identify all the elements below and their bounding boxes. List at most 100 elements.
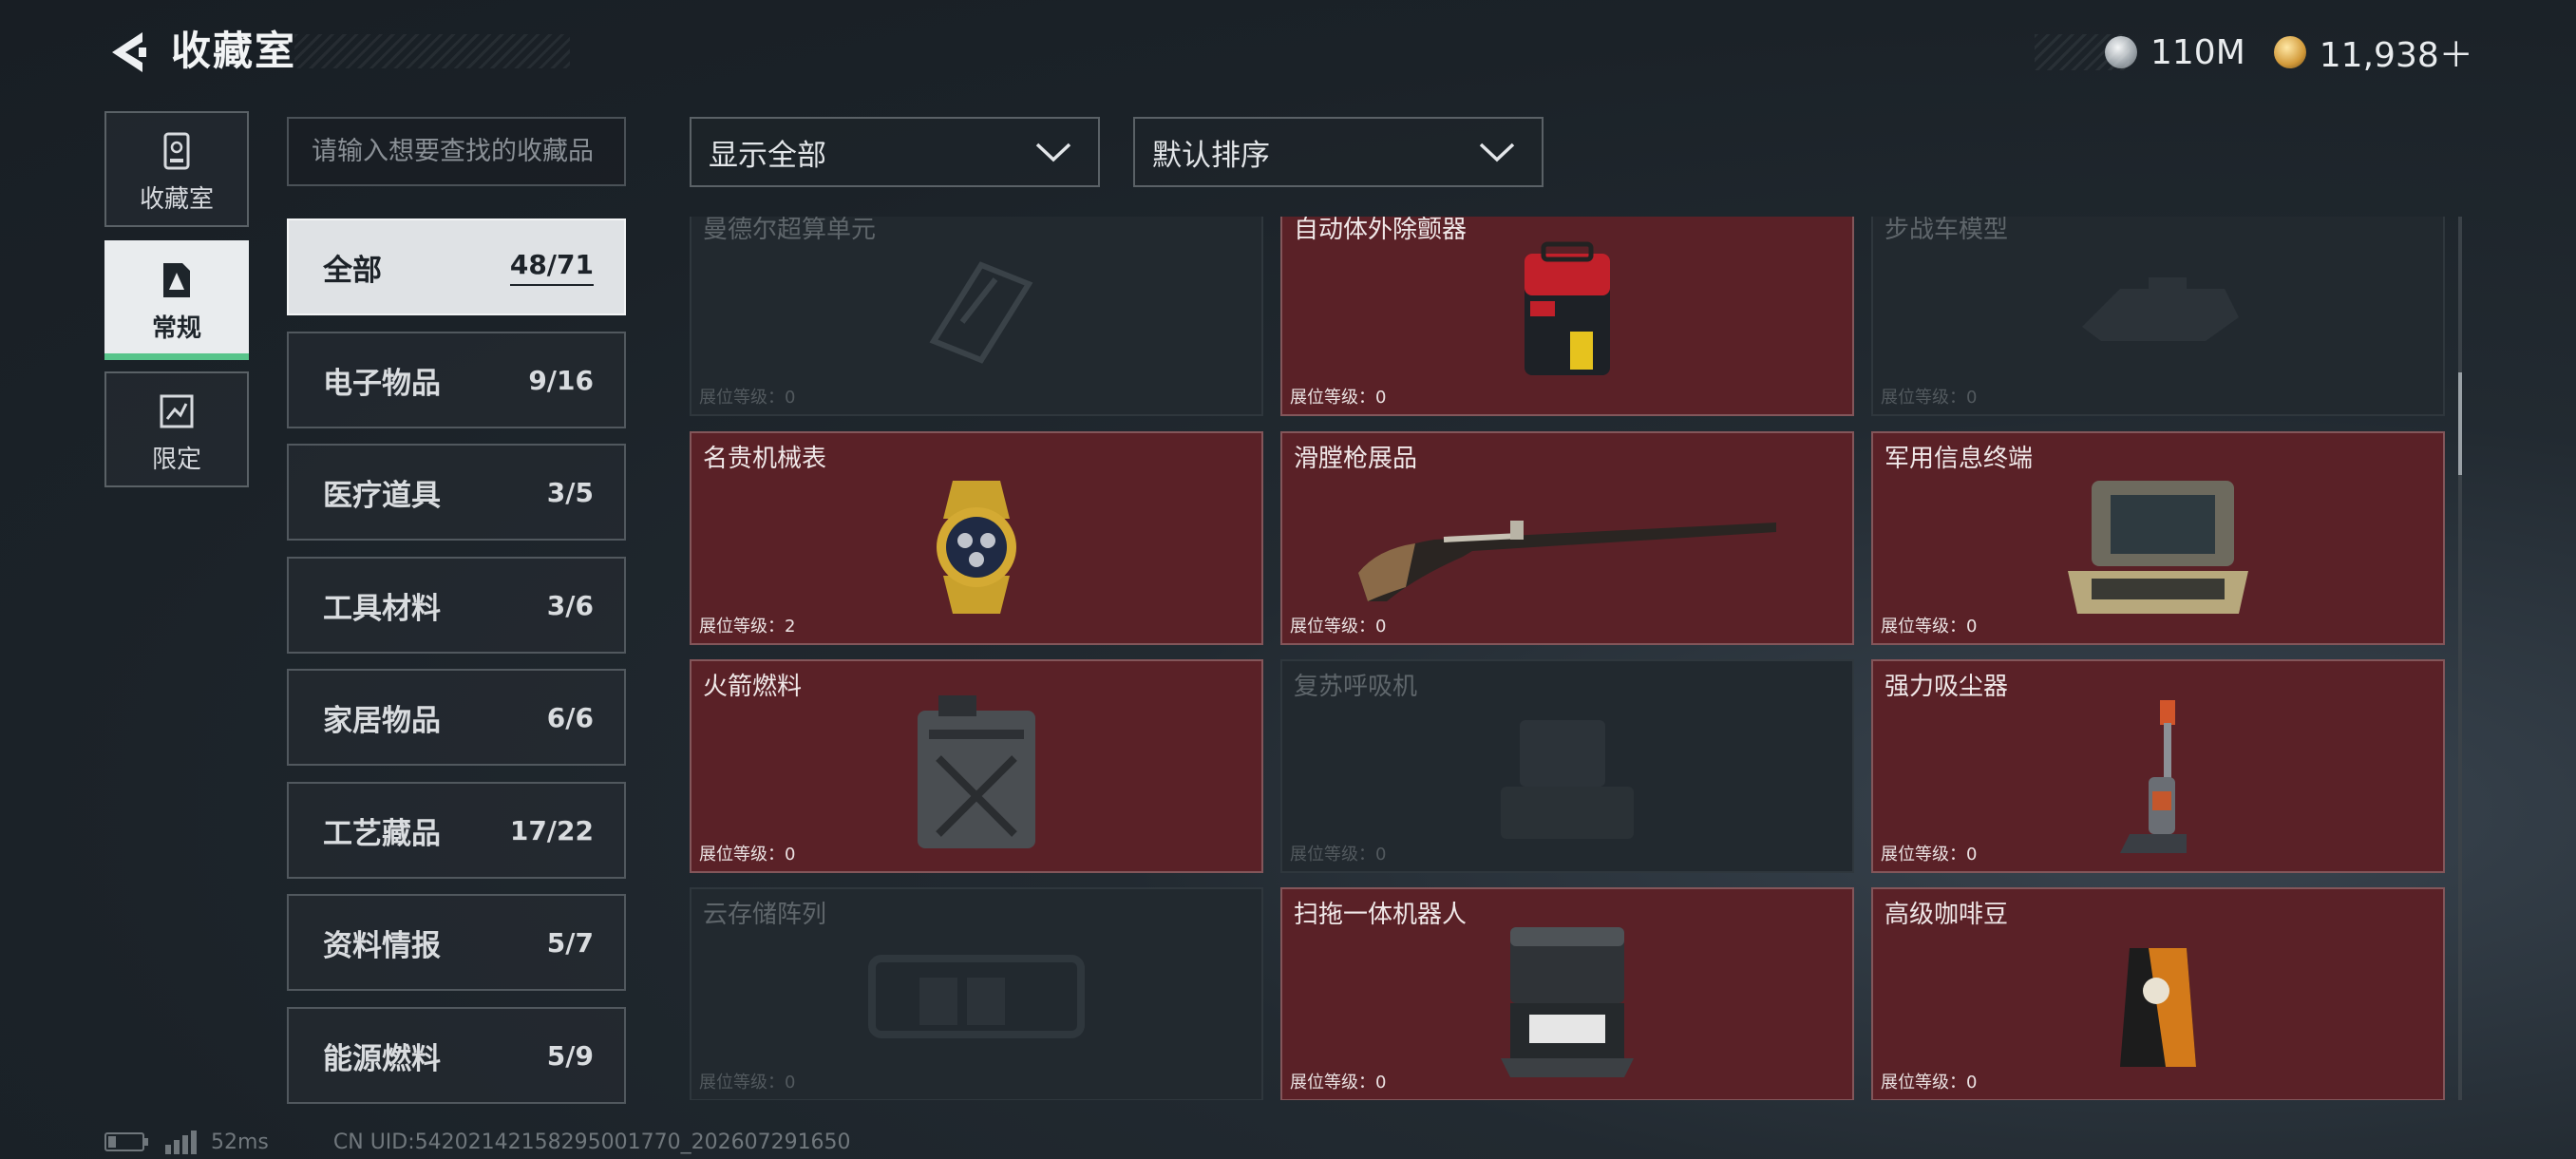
title-decoration xyxy=(294,34,570,68)
item-name: 军用信息终端 xyxy=(1885,445,2034,473)
level-label: 展位等级： xyxy=(1881,617,1966,636)
collection-room-icon xyxy=(156,130,198,172)
filter-dropdown[interactable]: 显示全部 xyxy=(690,117,1100,187)
category-count: 9/16 xyxy=(528,364,594,396)
back-button[interactable] xyxy=(104,27,150,78)
level-value: 0 xyxy=(1375,617,1387,636)
level-value: 0 xyxy=(785,1073,796,1092)
category-name: 医疗道具 xyxy=(323,478,441,513)
signal-icon xyxy=(165,1130,197,1154)
category-count: 48/71 xyxy=(509,249,594,286)
vacuum-cleaner-icon xyxy=(2111,696,2206,862)
level-label: 展位等级： xyxy=(1881,845,1966,864)
cloud-storage-array-icon xyxy=(853,940,1100,1057)
level-value: 0 xyxy=(1966,845,1978,864)
level-value: 0 xyxy=(1966,1073,1978,1092)
page-title: 收藏室 xyxy=(171,28,297,74)
status-footer: 52ms CN UID:54202142158295001770_2026072… xyxy=(104,1129,851,1155)
category-all[interactable]: 全部 48/71 xyxy=(287,218,626,315)
chevron-down-icon xyxy=(1035,142,1071,162)
currency-bar: 110M 11,938＋ xyxy=(2035,28,2486,76)
gold-currency-amount[interactable]: 11,938＋ xyxy=(2320,28,2473,77)
supercomputer-unit-icon xyxy=(905,237,1048,383)
item-name: 滑膛枪展品 xyxy=(1294,445,1418,473)
collection-card[interactable]: 扫拖一体机器人 展位等级：0 xyxy=(1280,887,1854,1100)
title-wrap: 收藏室 xyxy=(171,28,296,74)
item-name: 强力吸尘器 xyxy=(1885,673,2009,701)
collection-card[interactable]: 曼德尔超算单元 展位等级：0 xyxy=(690,217,1263,416)
rocket-fuel-can-icon xyxy=(910,692,1043,857)
ping-text: 52ms xyxy=(211,1130,269,1154)
collection-card[interactable]: 强力吸尘器 展位等级：0 xyxy=(1871,659,2445,873)
search-box xyxy=(287,117,626,186)
collection-card[interactable]: 复苏呼吸机 展位等级：0 xyxy=(1280,659,1854,873)
collection-card[interactable]: 云存储阵列 展位等级：0 xyxy=(690,887,1263,1100)
watch-icon xyxy=(910,476,1043,622)
limited-icon xyxy=(156,390,198,432)
category-medical[interactable]: 医疗道具 3/5 xyxy=(287,444,626,541)
defibrillator-icon xyxy=(1515,240,1619,387)
level-label: 展位等级： xyxy=(699,617,785,636)
category-name: 能源燃料 xyxy=(323,1041,441,1076)
level-label: 展位等级： xyxy=(1290,1073,1375,1092)
item-name: 名贵机械表 xyxy=(703,445,827,473)
item-name: 自动体外除颤器 xyxy=(1294,217,1468,244)
category-tools[interactable]: 工具材料 3/6 xyxy=(287,557,626,654)
category-name: 全部 xyxy=(323,253,382,288)
search-input[interactable] xyxy=(289,119,624,184)
item-name: 火箭燃料 xyxy=(703,673,803,701)
ventilator-icon xyxy=(1491,711,1643,847)
item-name: 曼德尔超算单元 xyxy=(703,217,877,244)
category-intel[interactable]: 资料情报 5/7 xyxy=(287,894,626,991)
category-count: 5/7 xyxy=(546,926,594,959)
nav-collection-room[interactable]: 收藏室 xyxy=(104,111,249,227)
category-energy[interactable]: 能源燃料 5/9 xyxy=(287,1007,626,1104)
level-label: 展位等级： xyxy=(699,1073,785,1092)
gold-coin-icon xyxy=(2273,36,2306,68)
nav-label: 常规 xyxy=(151,314,201,343)
level-label: 展位等级： xyxy=(1881,1073,1966,1092)
chevron-down-icon xyxy=(1479,142,1515,162)
category-count: 3/6 xyxy=(546,589,594,621)
level-label: 展位等级： xyxy=(699,388,785,408)
level-label: 展位等级： xyxy=(699,845,785,864)
collection-card[interactable]: 自动体外除颤器 展位等级：0 xyxy=(1280,217,1854,416)
level-value: 0 xyxy=(1375,845,1387,864)
level-value: 2 xyxy=(785,617,796,636)
sort-dropdown[interactable]: 默认排序 xyxy=(1133,117,1544,187)
category-name: 工具材料 xyxy=(323,591,441,626)
nav-label: 限定 xyxy=(151,446,201,474)
item-name: 扫拖一体机器人 xyxy=(1294,901,1468,929)
collection-card[interactable]: 高级咖啡豆 展位等级：0 xyxy=(1871,887,2445,1100)
level-label: 展位等级： xyxy=(1881,388,1966,408)
filter-dropdown-value: 显示全部 xyxy=(709,138,826,173)
regular-icon xyxy=(156,259,198,301)
level-label: 展位等级： xyxy=(1290,617,1375,636)
collection-card[interactable]: 名贵机械表 展位等级：2 xyxy=(690,431,1263,645)
collection-card[interactable]: 滑膛枪展品 展位等级：0 xyxy=(1280,431,1854,645)
battery-icon xyxy=(104,1132,148,1151)
collection-card[interactable]: 步战车模型 展位等级：0 xyxy=(1871,217,2445,416)
category-count: 5/9 xyxy=(546,1039,594,1072)
category-household[interactable]: 家居物品 6/6 xyxy=(287,669,626,766)
category-crafts[interactable]: 工艺藏品 17/22 xyxy=(287,782,626,879)
coffee-beans-icon xyxy=(2111,939,2206,1075)
scrollbar-thumb[interactable] xyxy=(2458,372,2462,475)
currency-decoration xyxy=(2035,34,2130,70)
level-value: 0 xyxy=(1375,1073,1387,1092)
musket-icon xyxy=(1349,483,1786,610)
level-value: 0 xyxy=(785,388,796,408)
collection-card[interactable]: 军用信息终端 展位等级：0 xyxy=(1871,431,2445,645)
header: 收藏室 110M 11,938＋ xyxy=(0,0,2576,104)
category-name: 资料情报 xyxy=(323,928,441,963)
nav-label: 收藏室 xyxy=(139,185,214,214)
nav-limited[interactable]: 限定 xyxy=(104,371,249,487)
sort-dropdown-value: 默认排序 xyxy=(1152,138,1270,173)
category-count: 3/5 xyxy=(546,476,594,508)
level-value: 0 xyxy=(1375,388,1387,408)
mop-robot-icon xyxy=(1496,920,1638,1085)
nav-regular[interactable]: 常规 xyxy=(104,240,249,360)
collection-card[interactable]: 火箭燃料 展位等级：0 xyxy=(690,659,1263,873)
category-electronics[interactable]: 电子物品 9/16 xyxy=(287,332,626,428)
scrollbar[interactable] xyxy=(2458,217,2462,1100)
